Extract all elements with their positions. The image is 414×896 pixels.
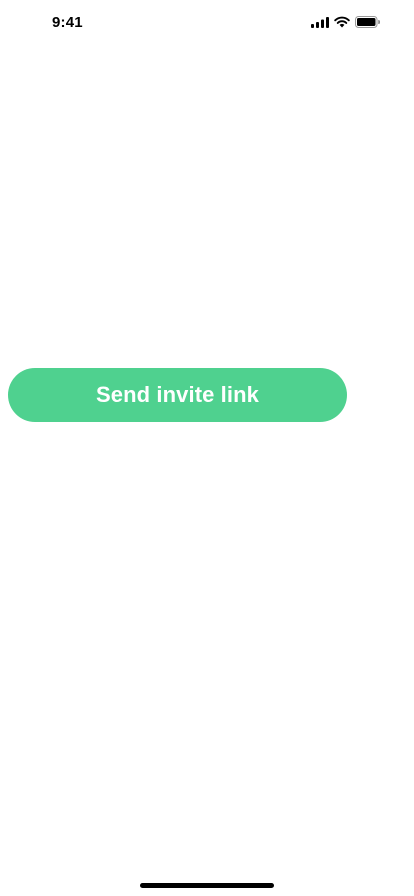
send-invite-link-button[interactable]: Send invite link xyxy=(8,368,347,422)
status-icons xyxy=(311,16,380,28)
status-bar: 9:41 xyxy=(0,0,414,44)
home-indicator[interactable] xyxy=(140,883,274,888)
wifi-icon xyxy=(334,16,350,28)
battery-icon xyxy=(355,16,380,28)
status-time: 9:41 xyxy=(52,14,83,31)
cellular-signal-icon xyxy=(311,16,329,28)
